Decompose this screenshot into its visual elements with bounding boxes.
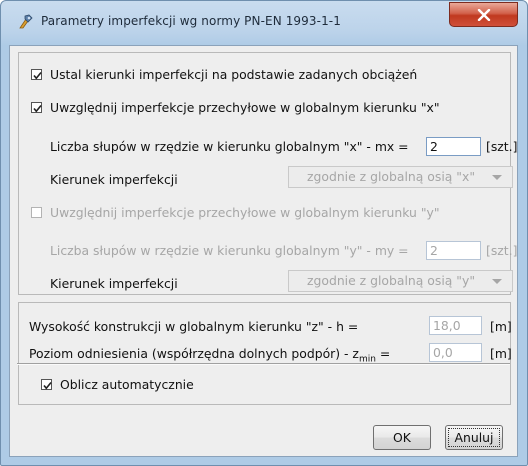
sway-y-label: Uwzględnij imperfekcje przechyłowe w glo…	[50, 205, 440, 220]
close-icon	[477, 9, 491, 21]
sway-y-checkbox[interactable]	[31, 207, 42, 218]
dialog-window: Parametry imperfekcji wg normy PN-EN 199…	[0, 0, 528, 466]
checkmark-icon	[43, 381, 52, 390]
height-unit: [m]	[490, 319, 512, 334]
columns-x-label: Liczba słupów w rzędzie w kierunku globa…	[50, 139, 409, 154]
height-label: Wysokość konstrukcji w globalnym kierunk…	[29, 319, 359, 334]
fixed-directions-label: Ustal kierunki imperfekcji na podstawie …	[50, 67, 418, 82]
direction-x-label: Kierunek imperfekcji	[50, 172, 178, 187]
columns-y-unit: [szt.]	[486, 243, 518, 258]
title-bar[interactable]: Parametry imperfekcji wg normy PN-EN 199…	[1, 1, 527, 45]
reference-level-label: Poziom odniesienia (współrzędna dolnych …	[29, 346, 391, 365]
columns-x-input[interactable]: 2	[426, 137, 481, 156]
columns-y-input[interactable]: 2	[426, 241, 481, 260]
reference-level-unit: [m]	[490, 346, 512, 361]
reference-level-input[interactable]: 0,0	[429, 343, 482, 362]
direction-y-value: zgodnie z globalną osią "y"	[307, 273, 476, 288]
height-input[interactable]: 18,0	[429, 316, 482, 335]
direction-y-label: Kierunek imperfekcji	[50, 276, 178, 291]
checkmark-icon	[33, 71, 42, 80]
window-title: Parametry imperfekcji wg normy PN-EN 199…	[41, 14, 341, 28]
fixed-directions-checkbox[interactable]	[31, 69, 42, 80]
close-button[interactable]	[449, 2, 518, 27]
direction-y-select[interactable]: zgodnie z globalną osią "y"	[288, 270, 513, 292]
sway-x-checkbox[interactable]	[31, 102, 42, 113]
ok-button[interactable]: OK	[373, 425, 431, 450]
chevron-down-icon	[492, 279, 502, 284]
sway-x-label: Uwzględnij imperfekcje przechyłowe w glo…	[50, 100, 440, 115]
app-icon	[19, 14, 33, 29]
cancel-button[interactable]: Anuluj	[445, 425, 503, 450]
chevron-down-icon	[492, 175, 502, 180]
auto-calc-checkbox[interactable]	[41, 379, 52, 390]
checkmark-icon	[33, 104, 42, 113]
direction-x-value: zgodnie z globalną osią "x"	[307, 169, 476, 184]
columns-y-label: Liczba słupów w rzędzie w kierunku globa…	[50, 243, 409, 258]
direction-x-select[interactable]: zgodnie z globalną osią "x"	[288, 166, 513, 188]
divider-highlight	[17, 364, 510, 365]
columns-x-unit: [szt.]	[486, 139, 518, 154]
auto-calc-label: Oblicz automatycznie	[60, 377, 194, 392]
